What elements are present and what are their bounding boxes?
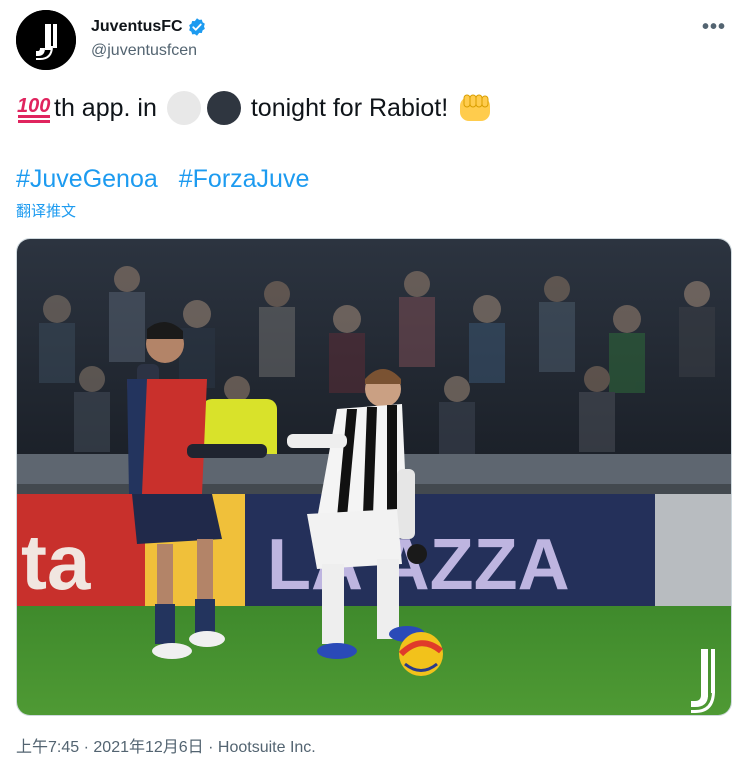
avatar[interactable] (16, 10, 76, 70)
juventus-logo-icon (16, 10, 76, 70)
hashtag-link[interactable]: #JuveGenoa (16, 165, 158, 193)
match-photo-image: ta LA AZZA (17, 239, 731, 715)
tweet-date[interactable]: 2021年12月6日 (93, 739, 203, 756)
handle[interactable]: @juventusfcen (91, 40, 207, 62)
tweet-text: 100 th app. in tonight for Rabiot! (16, 88, 734, 128)
separator-dot: · (83, 739, 94, 756)
tweet-source[interactable]: Hootsuite Inc. (218, 739, 316, 756)
hundred-points-emoji-icon: 100 (17, 95, 50, 123)
tweet-photo[interactable]: ta LA AZZA (16, 238, 732, 716)
more-options-icon[interactable]: ••• (696, 12, 732, 42)
display-name[interactable]: JuventusFC (91, 17, 183, 37)
svg-text:ta: ta (21, 518, 91, 606)
white-circle-emoji-icon (166, 91, 201, 125)
tweet-header: JuventusFC @juventusfcen ••• (16, 10, 734, 72)
tweet-text-prefix: th app. in (54, 94, 157, 122)
hashtags: #JuveGenoa #ForzaJuve (16, 162, 323, 196)
tweet-meta: 上午7:45 · 2021年12月6日 · Hootsuite Inc. (16, 737, 316, 759)
svg-text:100: 100 (17, 95, 50, 117)
tweet-time[interactable]: 上午7:45 (16, 739, 79, 756)
hashtag-link[interactable]: #ForzaJuve (179, 165, 310, 193)
oncoming-fist-emoji-icon (460, 94, 491, 121)
tweet-text-suffix: tonight for Rabiot! (250, 94, 449, 122)
verified-badge-icon (188, 18, 205, 36)
separator-dot: · (208, 739, 218, 756)
black-circle-emoji-icon (206, 91, 241, 125)
translate-tweet-link[interactable]: 翻译推文 (16, 202, 76, 222)
